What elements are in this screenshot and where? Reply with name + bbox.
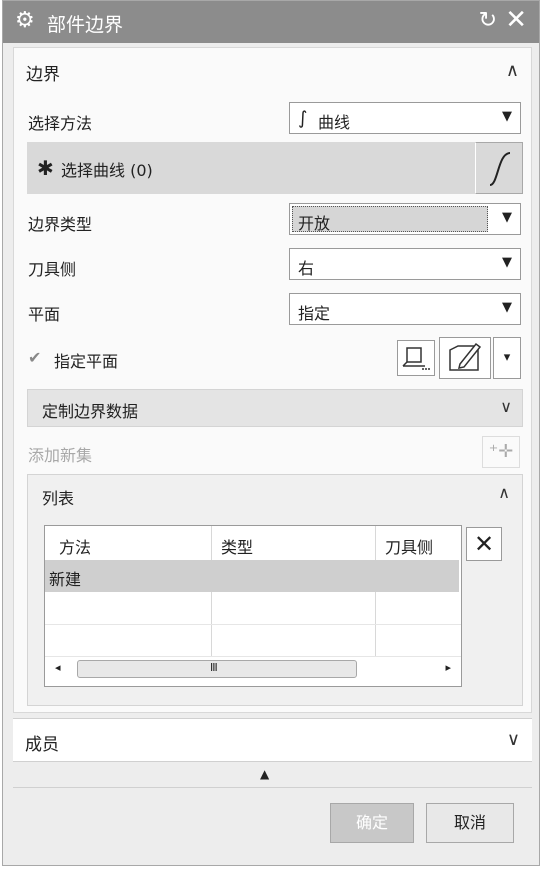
plane-dropdown[interactable]: 指定 ▼ [289, 293, 521, 325]
tool-side-value: 右 [298, 259, 315, 278]
table-row[interactable]: 新建 [45, 560, 459, 592]
boundary-table: 方法 类型 刀具侧 新建 ◂ III ▸ [44, 525, 462, 687]
plane-value: 指定 [298, 304, 331, 323]
chevron-down-icon: ▼ [502, 210, 512, 225]
boundary-type-label: 边界类型 [28, 215, 93, 234]
reset-icon[interactable]: ↻ [479, 8, 497, 33]
select-method-value: 曲线 [318, 113, 351, 132]
curve-icon: ∫ [298, 108, 308, 129]
row-divider [45, 656, 461, 657]
table-cell-method: 新建 [49, 570, 82, 589]
expand-chevron-icon[interactable]: ∨ [500, 397, 512, 416]
plane-dialog-button[interactable] [397, 340, 435, 376]
specify-plane-label: 指定平面 [54, 352, 119, 371]
ok-button[interactable]: 确定 [330, 803, 414, 843]
select-curve-row[interactable]: ✱ 选择曲线 (0) [27, 142, 523, 194]
title-bar: ⚙ 部件边界 ↻ ✕ [3, 1, 539, 43]
collapse-boundary-chevron-icon[interactable]: ∧ [506, 60, 519, 81]
chevron-down-icon: ▼ [502, 300, 512, 315]
select-method-dropdown[interactable]: ∫ 曲线 ▼ [289, 102, 521, 134]
plane-dialog-icon [402, 347, 430, 370]
custom-boundary-data-row[interactable]: 定制边界数据 ∨ [27, 389, 523, 427]
scroll-left-icon[interactable]: ◂ [55, 661, 61, 674]
row-divider [45, 624, 461, 625]
boundary-section: 边界 ∧ 选择方法 ∫ 曲线 ▼ ✱ 选择曲线 (0) 边界类型 开放 ▼ 刀具… [13, 47, 532, 713]
part-boundary-dialog: ⚙ 部件边界 ↻ ✕ 边界 ∧ 选择方法 ∫ 曲线 ▼ ✱ 选择曲线 (0) 边… [2, 0, 540, 866]
required-star-icon: ✱ [37, 156, 54, 180]
scroll-right-icon[interactable]: ▸ [445, 661, 451, 674]
cancel-button[interactable]: 取消 [426, 803, 514, 843]
plane-inference-icon [449, 342, 482, 371]
scroll-grip: III [210, 661, 218, 674]
curve-icon [489, 152, 511, 186]
add-new-set-label: 添加新集 [28, 446, 93, 465]
section-title-members: 成员 [25, 735, 59, 755]
chevron-down-icon: ▼ [502, 255, 512, 270]
scroll-thumb[interactable]: III [77, 660, 357, 678]
section-title-boundary: 边界 [26, 65, 60, 85]
collapse-list-chevron-icon[interactable]: ∧ [498, 483, 510, 502]
column-header-method[interactable]: 方法 [59, 526, 91, 560]
tool-side-label: 刀具侧 [28, 260, 77, 279]
delete-button[interactable]: ✕ [466, 527, 502, 561]
boundary-type-dropdown[interactable]: 开放 ▼ [289, 203, 521, 235]
gear-icon[interactable]: ⚙ [15, 9, 35, 33]
tool-side-dropdown[interactable]: 右 ▼ [289, 248, 521, 280]
add-new-set-button[interactable]: ⁺✛ [482, 436, 520, 468]
column-header-type[interactable]: 类型 [221, 526, 253, 560]
delete-x-icon: ✕ [473, 530, 495, 558]
chevron-down-icon: ▼ [502, 109, 512, 124]
plane-options-dropdown[interactable]: ▾ [493, 337, 521, 379]
plane-label: 平面 [28, 305, 61, 324]
divider [13, 787, 532, 788]
plane-inference-button[interactable] [439, 337, 491, 379]
list-section: 列表 ∧ 方法 类型 刀具侧 新建 ◂ III ▸ ✕ [27, 474, 523, 706]
collapse-up-arrow-icon[interactable]: ▲ [260, 767, 269, 781]
close-icon[interactable]: ✕ [505, 6, 527, 34]
check-icon: ✔ [28, 348, 42, 367]
select-curve-button[interactable] [475, 142, 523, 194]
custom-boundary-data-label: 定制边界数据 [42, 402, 139, 421]
add-set-icon: ⁺✛ [488, 441, 514, 462]
select-method-label: 选择方法 [28, 114, 93, 133]
select-curve-label: 选择曲线 (0) [61, 161, 153, 180]
column-header-tool-side[interactable]: 刀具侧 [385, 526, 433, 560]
list-title: 列表 [42, 489, 75, 508]
dialog-title: 部件边界 [47, 14, 124, 36]
expand-members-chevron-icon[interactable]: ∨ [507, 729, 520, 750]
horizontal-scrollbar[interactable]: ◂ III ▸ [49, 658, 457, 680]
boundary-type-value: 开放 [298, 214, 331, 233]
members-section[interactable]: 成员 ∨ [13, 718, 532, 762]
chevron-down-icon: ▾ [503, 350, 511, 365]
